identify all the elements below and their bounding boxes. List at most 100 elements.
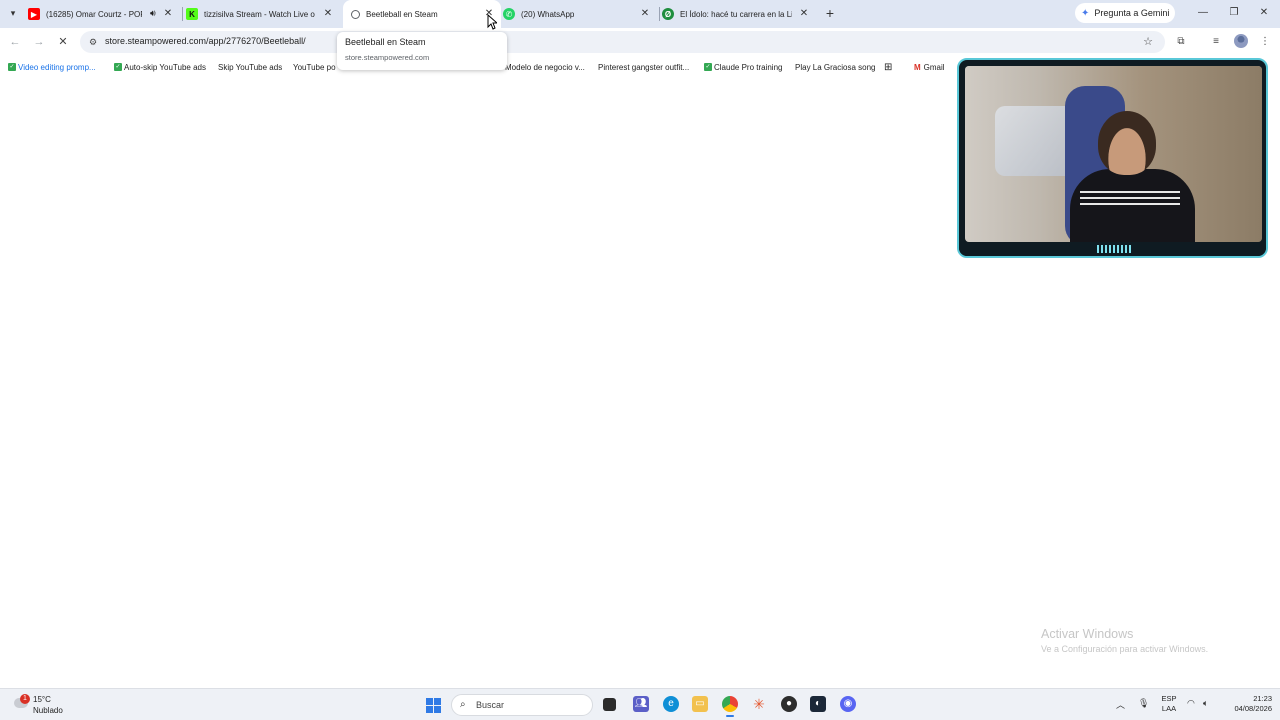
bookmark-label: Modelo de negocio v...	[505, 62, 585, 72]
mouse-cursor-icon	[487, 14, 497, 30]
gemini-label: Pregunta a Gemini	[1094, 8, 1170, 18]
idolo-icon: Ø	[662, 8, 674, 20]
gmail-icon: M	[914, 62, 921, 72]
bookmark-item[interactable]: Pinterest gangster outfit...	[598, 61, 689, 73]
burst-app-icon[interactable]: ✳	[751, 696, 767, 712]
tab-separator	[182, 7, 183, 21]
bookmark-label: YouTube po	[293, 62, 336, 72]
tab-strip: ▾ ▶ (16285) Omar Courtz - POR 🔊︎ ✕ K tiz…	[0, 0, 1280, 28]
taskbar: 1 15°C Nublado ⌕ Buscar 👥︎ e ▭ ✳ ● ◐ ◉ ︿…	[0, 688, 1280, 720]
screen: ▾ ▶ (16285) Omar Courtz - POR 🔊︎ ✕ K tiz…	[0, 0, 1280, 720]
activate-windows-title: Activar Windows	[1041, 627, 1134, 641]
url-text[interactable]: store.steampowered.com/app/2776270/Beetl…	[105, 36, 306, 46]
apps-grid-icon[interactable]: ⊞	[884, 61, 892, 73]
bookmark-item[interactable]: ✓ Auto-skip YouTube ads	[114, 61, 206, 73]
stop-loading-icon[interactable]: ✕	[55, 34, 71, 50]
volume-icon[interactable]: 🔈︎	[1203, 698, 1208, 709]
bookmark-item[interactable]: Play La Graciosa song	[795, 61, 876, 73]
bookmark-item[interactable]: Modelo de negocio v...	[505, 61, 585, 73]
clock-time: 21:23	[1253, 694, 1272, 703]
bookmark-label: Auto-skip YouTube ads	[124, 62, 206, 72]
bookmark-label: Claude Pro training	[714, 62, 783, 72]
notification-badge: 1	[20, 694, 30, 704]
youtube-icon: ▶	[28, 8, 40, 20]
tab-title: (20) WhatsApp	[521, 9, 575, 19]
search-label: Buscar	[476, 700, 505, 710]
extensions-icon[interactable]: ⧉	[1173, 34, 1189, 50]
close-window-icon[interactable]: ✕	[1254, 4, 1274, 22]
checkbox-icon: ✓	[8, 63, 16, 71]
tab-youtube[interactable]: ▶ (16285) Omar Courtz - POR 🔊︎ ✕	[28, 2, 180, 26]
language-code: ESP	[1161, 694, 1177, 703]
language-indicator[interactable]: ESP LAA	[1160, 694, 1178, 714]
loading-icon	[351, 9, 360, 19]
tab-title: El Ídolo: hacé tu carrera en la Li	[680, 9, 792, 19]
close-icon[interactable]: ✕	[798, 8, 810, 20]
bookmark-item[interactable]: Skip YouTube ads	[218, 61, 282, 73]
weather-widget[interactable]: 1 15°C Nublado	[14, 694, 84, 716]
bookmark-item[interactable]: ✓ Claude Pro training	[704, 61, 782, 73]
task-view-icon[interactable]	[603, 698, 616, 711]
close-icon[interactable]: ✕	[322, 8, 334, 20]
bookmark-item[interactable]: ✓ Video editing promp...	[8, 61, 96, 73]
bookmark-label: Video editing promp...	[18, 62, 96, 72]
close-icon[interactable]: ✕	[639, 8, 651, 20]
address-bar[interactable]: ⚙︎ store.steampowered.com/app/2776270/Be…	[80, 31, 1165, 53]
tab-separator	[659, 7, 660, 21]
speaker-icon[interactable]: 🔊︎	[150, 8, 156, 19]
restore-icon[interactable]: ❐	[1224, 4, 1244, 22]
close-icon[interactable]: ✕	[162, 8, 174, 20]
clock-date: 04/08/2026	[1234, 704, 1272, 713]
media-controls-icon[interactable]: ≡	[1208, 34, 1224, 50]
wifi-icon[interactable]: ◠	[1187, 698, 1195, 709]
tab-hover-card: Beetleball en Steam store.steampowered.c…	[337, 32, 507, 70]
bookmark-label: Pinterest gangster outfit...	[598, 62, 690, 72]
bookmark-star-icon[interactable]: ☆	[1143, 35, 1153, 48]
site-settings-icon[interactable]: ⚙︎	[87, 36, 99, 48]
profile-avatar[interactable]	[1234, 34, 1248, 48]
microphone-icon[interactable]: 🎙︎	[1138, 698, 1149, 709]
obs-icon[interactable]: ●	[781, 696, 797, 712]
back-icon[interactable]: ←	[7, 34, 23, 50]
windows-start-icon[interactable]	[426, 698, 441, 713]
chevron-down-icon: ▾	[10, 7, 16, 18]
search-icon: ⌕	[460, 699, 466, 710]
system-clock[interactable]: 21:23 04/08/2026	[1224, 694, 1272, 714]
hover-card-title: Beetleball en Steam	[345, 37, 426, 47]
new-tab-button[interactable]: +	[822, 6, 838, 22]
streamer-figure	[1070, 111, 1195, 242]
chrome-icon[interactable]	[722, 696, 738, 717]
teams-icon[interactable]: 👥︎	[633, 696, 649, 712]
gemini-button[interactable]: ✦ Pregunta a Gemini	[1075, 3, 1175, 23]
bookmark-label: Play La Graciosa song	[795, 62, 876, 72]
show-hidden-icons-icon[interactable]: ︿	[1116, 698, 1125, 711]
bookmark-item[interactable]: YouTube po	[293, 61, 336, 73]
forward-icon[interactable]: →	[31, 34, 47, 50]
taskbar-search[interactable]: ⌕ Buscar	[451, 694, 593, 716]
keyboard-layout: LAA	[1161, 704, 1177, 713]
tab-title: tizzisilva Stream - Watch Live o	[204, 9, 315, 19]
tab-search-button[interactable]: ▾	[4, 4, 22, 22]
gemini-icon: ✦	[1081, 7, 1090, 19]
bookmark-item[interactable]: M Gmail	[914, 61, 945, 73]
discord-icon[interactable]: ◉	[840, 696, 856, 712]
toolbar: ← → ✕ ⚙︎ store.steampowered.com/app/2776…	[0, 28, 1280, 56]
checkbox-icon: ✓	[704, 63, 712, 71]
bookmark-label: Gmail	[923, 62, 945, 72]
hover-card-domain: store.steampowered.com	[345, 53, 430, 62]
minimize-icon[interactable]: —	[1193, 4, 1213, 22]
menu-icon[interactable]: ⋮	[1257, 34, 1273, 50]
bookmark-label: Skip YouTube ads	[218, 62, 283, 72]
tab-steam-active[interactable]: Beetleball en Steam ✕	[343, 0, 501, 28]
activate-windows-subtitle: Ve a Configuración para activar Windows.	[1041, 644, 1209, 654]
steam-icon[interactable]: ◐	[810, 696, 826, 712]
tab-idolo[interactable]: Ø El Ídolo: hacé tu carrera en la Li ✕	[662, 2, 816, 26]
weather-temp: 15°C	[33, 695, 51, 704]
file-explorer-icon[interactable]: ▭	[692, 696, 708, 712]
tab-title: Beetleball en Steam	[366, 9, 438, 19]
tab-title: (16285) Omar Courtz - POR	[46, 9, 142, 19]
tab-kick[interactable]: K tizzisilva Stream - Watch Live o ✕	[186, 2, 340, 26]
edge-icon[interactable]: e	[663, 696, 679, 712]
webcam-overlay	[957, 58, 1268, 258]
tab-whatsapp[interactable]: ✆ (20) WhatsApp ✕	[503, 2, 657, 26]
